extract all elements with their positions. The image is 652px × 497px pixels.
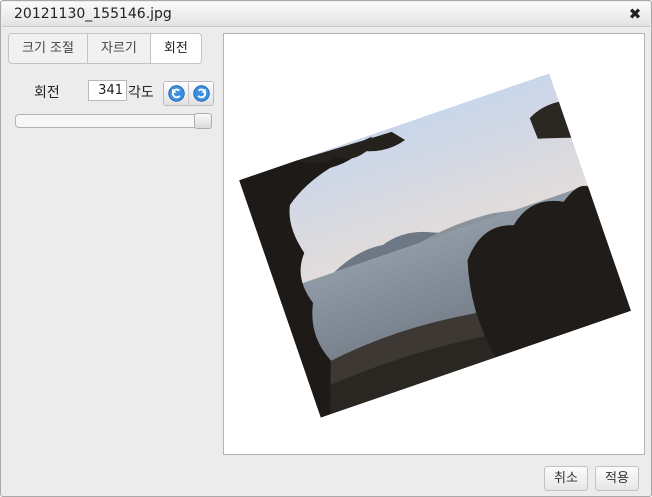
tab-resize[interactable]: 크기 조절 [8, 33, 88, 64]
angle-input[interactable]: 341 [88, 80, 127, 101]
rotation-slider[interactable] [15, 113, 212, 129]
preview-canvas [223, 33, 645, 455]
rotate-right-icon [193, 85, 210, 102]
rotate-button-group [163, 81, 214, 106]
rotate-right-button[interactable] [188, 82, 213, 105]
rotate-label: 회전 [34, 85, 60, 101]
rotate-left-button[interactable] [164, 82, 188, 105]
angle-unit-label: 각도 [128, 85, 154, 101]
cancel-button[interactable]: 취소 [544, 466, 588, 491]
tab-crop[interactable]: 자르기 [86, 33, 151, 64]
image-edit-dialog: 20121130_155146.jpg ✖ 크기 조절 자르기 회전 회전 34… [0, 0, 652, 497]
apply-button[interactable]: 적용 [595, 466, 639, 491]
slider-handle[interactable] [194, 113, 212, 129]
close-icon[interactable]: ✖ [626, 4, 644, 24]
tab-rotate[interactable]: 회전 [149, 33, 202, 64]
edit-tabs: 크기 조절 자르기 회전 [8, 33, 202, 64]
title-bar[interactable]: 20121130_155146.jpg ✖ [2, 2, 650, 27]
window-title: 20121130_155146.jpg [14, 6, 172, 22]
rotated-photo [239, 73, 631, 418]
rotate-left-icon [168, 85, 185, 102]
